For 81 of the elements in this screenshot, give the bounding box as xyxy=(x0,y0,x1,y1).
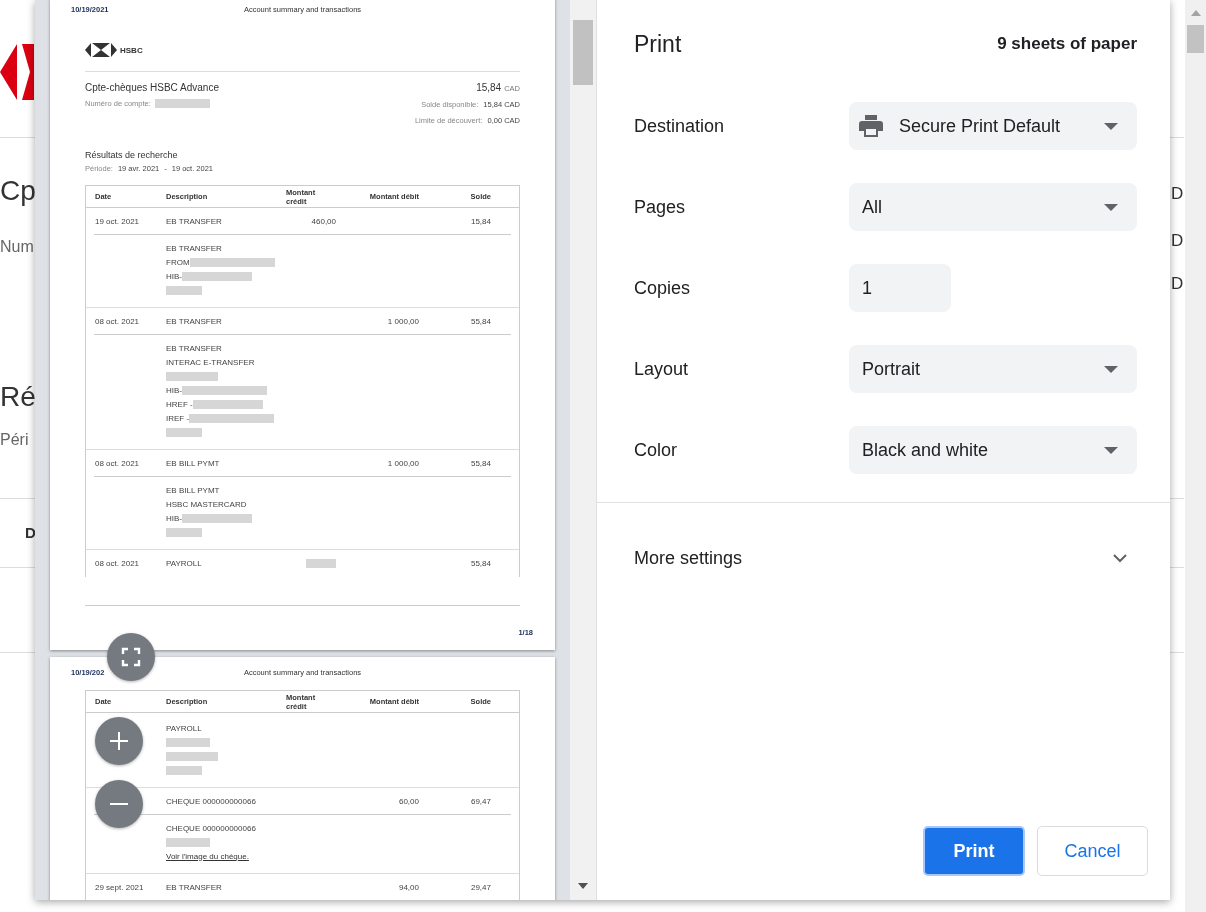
detail-text: EB BILL PYMT xyxy=(166,485,220,495)
logo-icon xyxy=(0,44,34,100)
page-text: Num xyxy=(0,238,34,256)
table-cell: EB BILL PYMT xyxy=(166,458,220,468)
table-cell: 29 sept. 2021 xyxy=(95,882,144,892)
table-cell: EB TRANSFER xyxy=(166,216,222,226)
scrollbar[interactable] xyxy=(1185,0,1206,912)
table-cell: 55,84 xyxy=(470,559,491,568)
logo-icon xyxy=(85,42,117,58)
detail-text: EB TRANSFER xyxy=(166,243,222,253)
setting-label: Layout xyxy=(634,358,690,380)
scroll-up-icon[interactable] xyxy=(1191,10,1201,16)
detail-text: HIB- xyxy=(166,271,182,281)
dialog-title: Print xyxy=(634,30,682,58)
scroll-thumb[interactable] xyxy=(573,20,593,85)
detail-text: CHEQUE 000000000066 xyxy=(166,823,256,833)
detail-text: HREF - xyxy=(166,399,193,409)
table-cell: 1 000,00 xyxy=(387,458,419,468)
page-text: D xyxy=(1171,231,1184,251)
table-cell: 08 oct. 2021 xyxy=(95,559,140,568)
detail-text: EB TRANSFER xyxy=(166,343,222,353)
table-cell: 1 000,00 xyxy=(387,316,419,326)
dropdown[interactable]: Portrait xyxy=(849,345,1137,393)
caret-icon xyxy=(1104,365,1118,373)
scrollbar[interactable] xyxy=(570,0,597,900)
page-text: D xyxy=(1171,274,1184,294)
scroll-down-icon[interactable] xyxy=(578,883,588,889)
table-cell: 460,00 xyxy=(311,216,336,226)
setting-label: Color xyxy=(634,439,678,461)
detail-text: INTERAC E-TRANSFER xyxy=(166,357,255,367)
setting-label: Pages xyxy=(634,196,687,218)
chevron-icon xyxy=(1113,554,1127,563)
detail-text: HIB- xyxy=(166,385,182,395)
table-cell: PAYROLL xyxy=(166,559,202,568)
balance-amount: 15,84 xyxy=(476,82,502,93)
caret-icon xyxy=(1104,203,1118,211)
detail-text: FROM xyxy=(166,257,190,267)
table-cell: 29,47 xyxy=(470,882,491,892)
table-cell: 15,84 xyxy=(470,216,491,226)
detail-text: IREF - xyxy=(166,413,190,423)
logo-text: HSBC xyxy=(120,45,143,55)
page-text: Ré xyxy=(0,381,36,413)
table-cell: 60,00 xyxy=(398,796,419,806)
page-text: D xyxy=(1171,184,1184,204)
dropdown[interactable]: All xyxy=(849,183,1137,231)
table-cell: 08 oct. 2021 xyxy=(95,458,140,468)
detail-text: HIB- xyxy=(166,513,182,523)
cheque-image-link[interactable]: Voir l'image du chèque. xyxy=(166,851,249,861)
account-name: Cpte-chèques HSBC Advance xyxy=(85,82,219,93)
table-cell: 55,84 xyxy=(470,316,491,326)
table-cell: EB TRANSFER xyxy=(166,882,222,892)
dropdown[interactable]: Black and white xyxy=(849,426,1137,474)
table-cell: 55,84 xyxy=(470,458,491,468)
plus-icon xyxy=(109,731,129,751)
page-text: D xyxy=(25,524,36,541)
copies-field[interactable]: 1 xyxy=(849,264,951,312)
more-settings-toggle[interactable]: More settings xyxy=(597,548,1170,569)
sheet-count: 9 sheets of paper xyxy=(997,34,1137,54)
detail-text: HSBC MASTERCARD xyxy=(166,499,247,509)
fullscreen-icon xyxy=(121,647,141,667)
detail-text: PAYROLL xyxy=(166,723,202,733)
table-cell: 19 oct. 2021 xyxy=(95,216,140,226)
table-cell: 69,47 xyxy=(470,796,491,806)
setting-label: Destination xyxy=(634,115,726,137)
table-cell: EB TRANSFER xyxy=(166,316,222,326)
redacted-block xyxy=(154,99,210,108)
print-button[interactable]: Print xyxy=(923,826,1025,876)
table-cell: 94,00 xyxy=(398,882,419,892)
minus-icon xyxy=(109,802,129,806)
page-text: Cp xyxy=(0,175,36,207)
scroll-thumb[interactable] xyxy=(1187,25,1204,53)
page-text: Péri xyxy=(0,431,29,449)
table-cell: 08 oct. 2021 xyxy=(95,316,140,326)
caret-icon xyxy=(1104,122,1118,130)
caret-icon xyxy=(1104,446,1118,454)
cancel-button[interactable]: Cancel xyxy=(1037,826,1148,876)
setting-label: Copies xyxy=(634,277,692,299)
table-cell: CHEQUE 000000000066 xyxy=(166,796,256,806)
dropdown[interactable]: Secure Print Default xyxy=(849,102,1137,150)
printer-icon xyxy=(859,115,883,137)
section-title: Résultats de recherche xyxy=(85,150,179,160)
